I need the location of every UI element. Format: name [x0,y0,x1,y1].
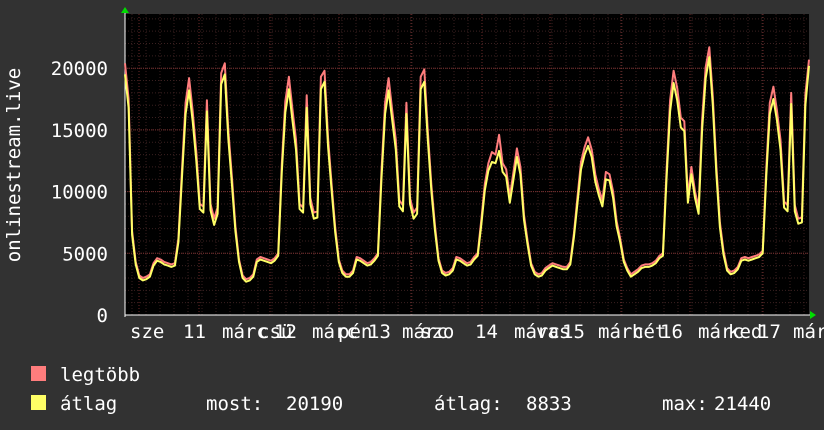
legend-swatch-atlag [31,395,46,410]
y-tick-label: 15000 [51,120,108,142]
legend-label-legtobb: legtöbb [60,364,140,386]
stat-atlag-value: 8833 [526,393,572,415]
x-tick-label: 14 [475,321,498,343]
y-axis-arrow [121,7,129,13]
x-axis-arrow [810,311,816,319]
x-tick-label: márc [793,321,824,343]
x-tick-label: 15 [562,321,585,343]
y-tick-label: 5000 [62,243,108,265]
y-axis-label: onlinestream.live [3,68,25,262]
x-tick-label: sze [130,321,164,343]
x-tick-label: 11 [183,321,206,343]
stat-max-label: max: [662,393,708,415]
legend-swatch-legtobb [31,366,46,381]
y-tick-label: 10000 [51,182,108,204]
x-tick-label: 17 [758,321,781,343]
stat-most-label: most: [206,393,263,415]
stat-most-value: 20190 [286,393,343,415]
chart-svg: 05000100001500020000sze 11 márccsü12 márcpé… [3,7,824,415]
x-tick-label: 12 [274,321,297,343]
stat-atlag-label: átlag: [434,393,503,415]
legend-label-atlag: átlag [60,393,117,415]
stat-max-value: 21440 [714,393,771,415]
y-tick-label: 0 [97,305,108,327]
x-tick-label: 16 [660,321,683,343]
x-tick-label: szo [420,321,454,343]
y-tick-label: 20000 [51,58,108,80]
x-tick-label: 13 [368,321,391,343]
